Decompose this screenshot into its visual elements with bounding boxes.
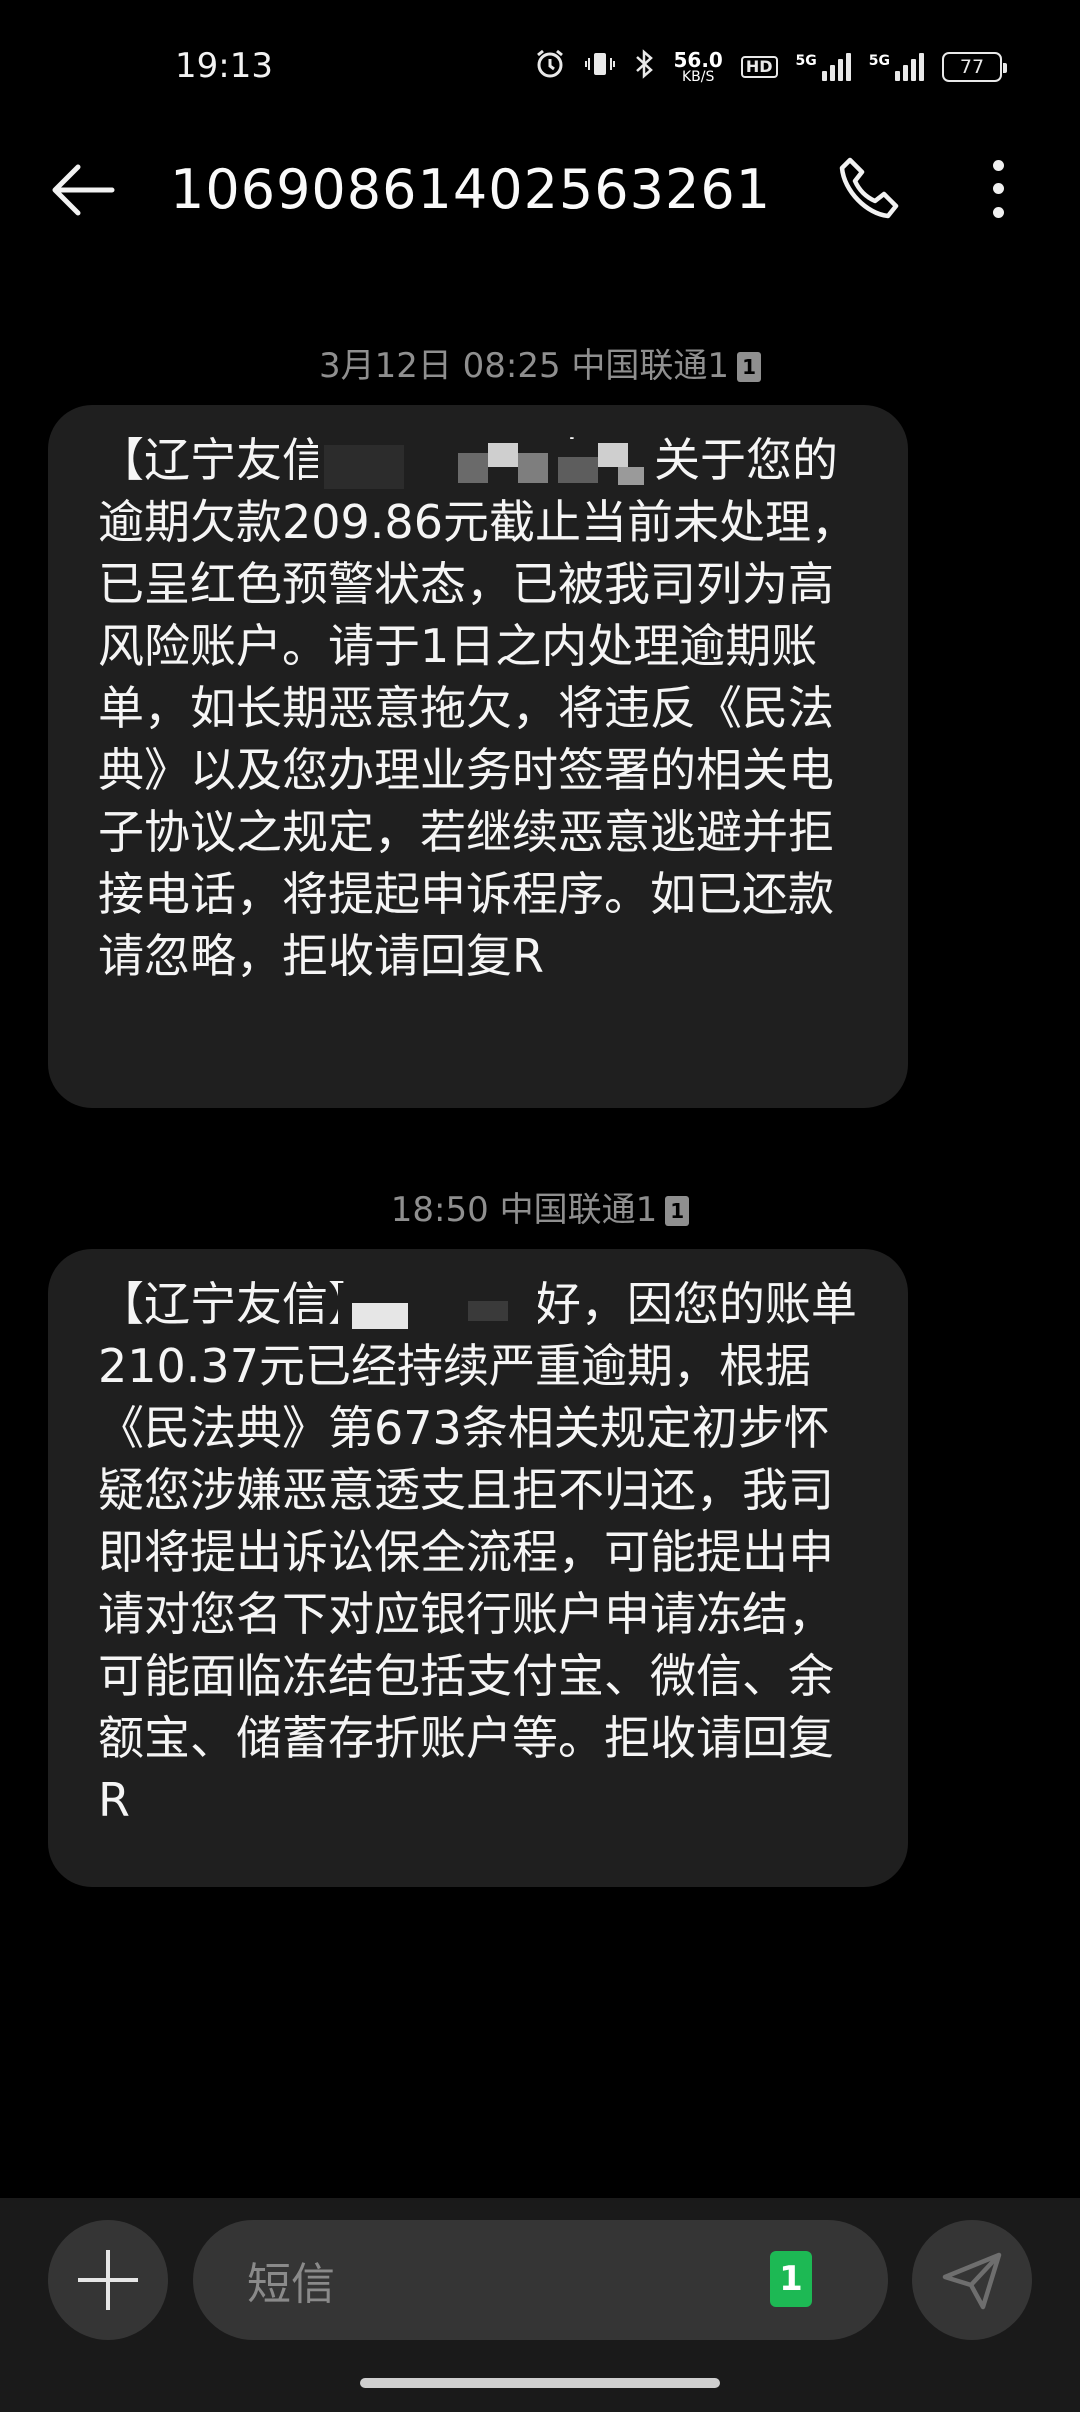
sender-number: 10690861402563261 [170,158,772,221]
vibrate-icon [584,48,616,85]
input-placeholder: 短信 [247,2259,335,2310]
alarm-icon [534,48,566,85]
add-attachment-button[interactable] [48,2220,168,2340]
dot-icon [992,183,1004,195]
speed-value: 56.0 [673,47,723,72]
network-speed: 56.0 KB/S [674,50,723,84]
timestamp-text: 3月12日 08:25 中国联通1 [318,346,730,386]
call-button[interactable] [832,152,906,226]
dot-icon [992,160,1004,172]
message-text: 【辽宁友信 好，关于您的逾期欠款209.86元截止当前未处理，已呈红色预警状态，… [98,433,857,983]
sms-conversation-screen: 19:13 56.0 KB/S HD 5G 5G 77 106908614025… [0,0,1080,2412]
signal-sim2-icon: 5G [868,52,924,81]
sim-select-button[interactable]: 1 [770,2251,812,2307]
home-indicator[interactable] [360,2378,720,2388]
hd-icon: HD [740,55,778,78]
dot-icon [992,206,1004,218]
bluetooth-icon [634,48,656,85]
status-bar: 19:13 56.0 KB/S HD 5G 5G 77 [0,0,1080,140]
send-icon [942,2252,1002,2310]
timestamp-text: 18:50 中国联通1 [390,1190,658,1230]
sim2-network-label: 5G [868,52,890,69]
sim1-network-label: 5G [795,52,817,69]
back-button[interactable] [48,160,118,220]
back-arrow-icon [52,164,115,216]
sim-card-icon: 1 [665,1196,690,1226]
battery-level: 77 [959,55,985,78]
battery-icon: 77 [942,51,1007,82]
message-timestamp: 3月12日 08:25 中国联通1 1 [0,338,1080,387]
sim-card-icon: 1 [737,352,762,382]
redaction-mask [338,1283,538,1339]
signal-sim1-icon: 5G [795,52,851,81]
phone-icon [839,157,899,219]
message-text: 【辽宁友信】 好，因您的账单210.37元已经持续严重逾期，根据《民法典》第67… [98,1277,857,1827]
message-timestamp: 18:50 中国联通1 1 [0,1182,1080,1231]
message-bubble[interactable]: 【辽宁友信】 好，因您的账单210.37元已经持续严重逾期，根据《民法典》第67… [48,1249,908,1887]
message-bubble[interactable]: 【辽宁友信 好，关于您的逾期欠款209.86元截止当前未处理，已呈红色预警状态，… [48,405,908,1108]
conversation-header: 10690861402563261 [0,140,1080,240]
redaction-mask [318,439,648,495]
send-button[interactable] [912,2220,1032,2340]
status-time: 19:13 [175,46,273,86]
status-icons: 56.0 KB/S HD 5G 5G 77 [534,48,1007,85]
speed-unit: KB/S [681,68,715,85]
more-options-button[interactable] [978,154,1018,224]
